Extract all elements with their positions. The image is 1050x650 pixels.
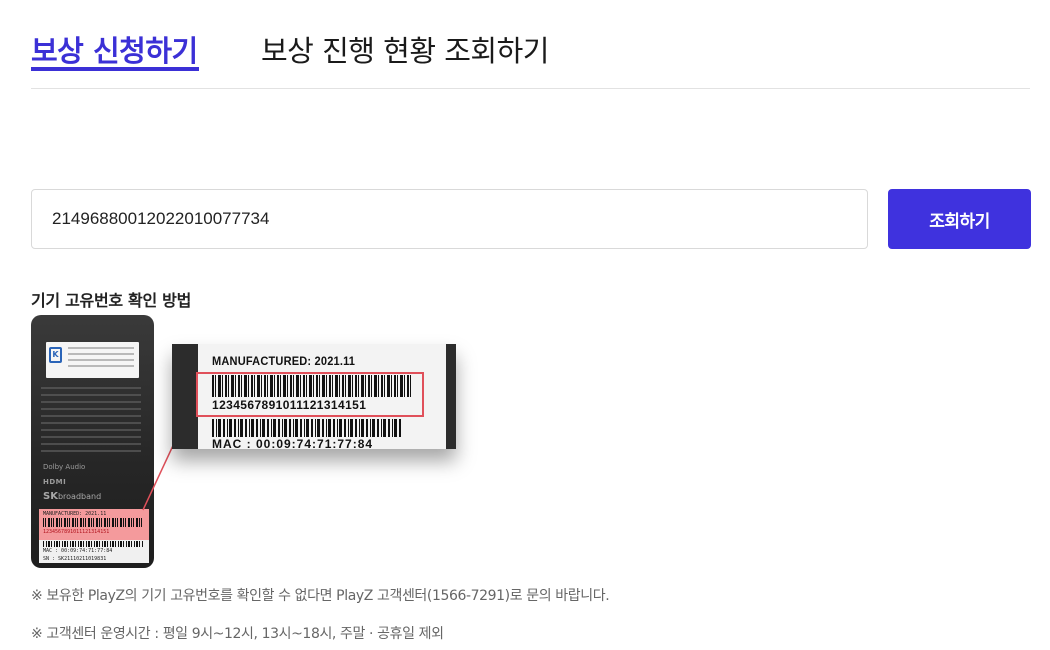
label-manufactured-text: MANUFACTURED: 2021.11	[212, 354, 356, 368]
device-cert-sticker: K	[46, 342, 139, 378]
mini-manufactured-text: MANUFACTURED: 2021.11	[43, 511, 107, 517]
search-button[interactable]: 조회하기	[888, 189, 1031, 249]
mini-mac-text: MAC : 00:09:74:71:77:84	[43, 548, 113, 554]
device-engraved-text	[41, 387, 141, 457]
kc-mark-icon: K	[49, 347, 62, 363]
active-tab-indicator	[31, 67, 199, 71]
device-id-field	[31, 189, 868, 249]
tab-bar: 보상 신청하기 보상 진행 현황 조회하기	[31, 0, 1030, 89]
contact-notice: ※ 보유한 PlayZ의 기기 고유번호를 확인할 수 없다면 PlayZ 고객…	[31, 588, 610, 604]
mini-serial-text: 1234567891011121314151	[43, 529, 110, 535]
label-zoom-view: MANUFACTURED: 2021.11 123456789101112131…	[172, 344, 456, 449]
tab-reward-status-label: 보상 진행 현황 조회하기	[261, 34, 549, 68]
mini-sn-text: SN : SK21110211019831	[43, 556, 107, 562]
device-back-photo: K Dolby Audio HDMI SKbroadband MANUFACTU…	[31, 315, 154, 568]
hours-notice: ※ 고객센터 운영시간 : 평일 9시~12시, 13시~18시, 주말 · 공…	[31, 626, 444, 642]
guide-title: 기기 고유번호 확인 방법	[31, 291, 192, 310]
dolby-audio-logo: Dolby Audio	[43, 463, 86, 471]
zoom-connector-line	[142, 391, 199, 511]
tab-reward-status[interactable]: 보상 진행 현황 조회하기	[261, 28, 549, 70]
device-id-input[interactable]	[52, 190, 852, 248]
tab-reward-apply-label: 보상 신청하기	[31, 34, 198, 68]
sk-broadband-logo: SKbroadband	[43, 491, 101, 502]
serial-highlight-box	[196, 372, 424, 417]
mac-barcode	[212, 419, 402, 437]
hdmi-logo: HDMI	[43, 478, 67, 486]
label-mac-text: MAC : 00:09:74:71:77:84	[212, 437, 374, 449]
tab-reward-apply[interactable]: 보상 신청하기	[31, 28, 199, 71]
sk-logo-mark: SK	[43, 491, 58, 502]
mini-barcode-mac	[43, 541, 143, 547]
device-serial-label: MANUFACTURED: 2021.11 123456789101112131…	[39, 509, 149, 563]
sk-logo-suffix: broadband	[57, 492, 102, 501]
mini-barcode	[43, 518, 143, 527]
